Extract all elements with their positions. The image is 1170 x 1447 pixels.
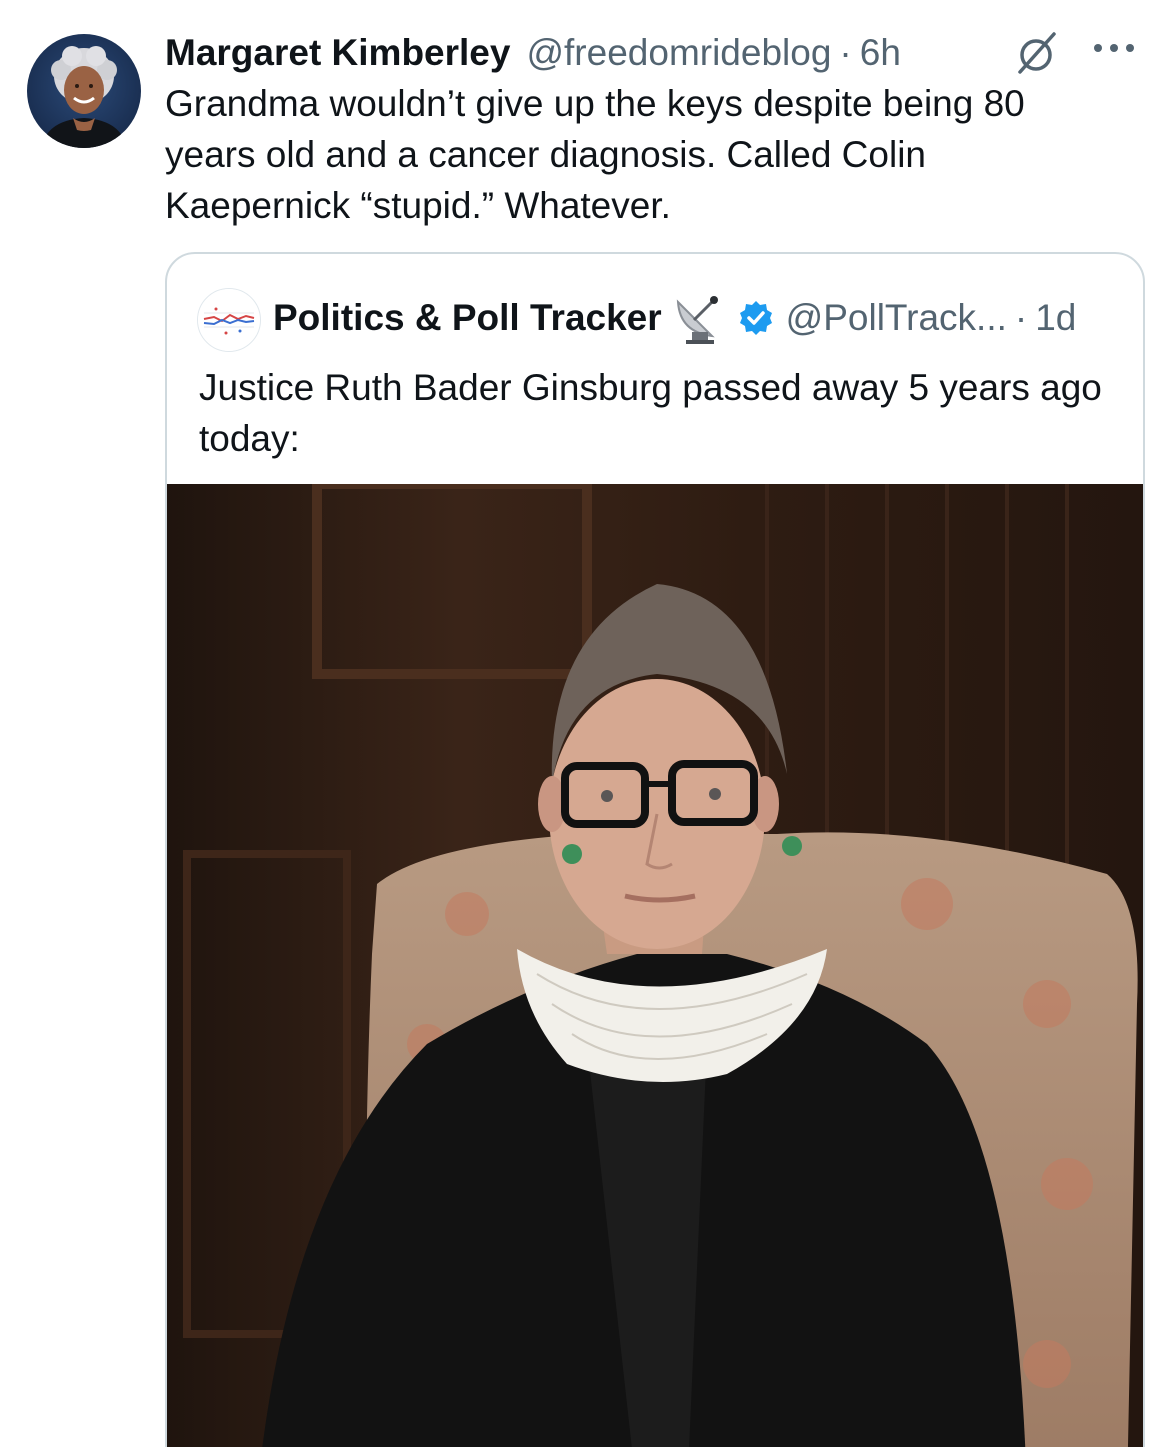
more-options-icon[interactable] [1090, 38, 1140, 58]
quoted-timestamp[interactable]: 1d [1035, 297, 1076, 339]
tweet[interactable]: Margaret Kimberley @freedomrideblog · 6h… [0, 0, 1170, 1447]
separator: · [1014, 297, 1028, 338]
quoted-tweet[interactable]: Politics & Poll Tracker @PollTrack... · … [165, 252, 1145, 1447]
quoted-author-name[interactable]: Politics & Poll Tracker [273, 297, 662, 339]
verified-badge-icon [738, 300, 774, 336]
author-avatar[interactable] [27, 34, 141, 148]
quoted-author-avatar[interactable] [197, 288, 261, 352]
tweet-text: Grandma wouldn’t give up the keys despit… [165, 83, 1025, 226]
satellite-dish-icon [672, 292, 728, 344]
author-name[interactable]: Margaret Kimberley [165, 32, 510, 74]
tweet-header: Margaret Kimberley @freedomrideblog · 6h [165, 26, 901, 80]
quoted-tweet-photo[interactable] [167, 484, 1143, 1447]
timestamp[interactable]: 6h [860, 32, 901, 74]
quoted-tweet-header: Politics & Poll Tracker @PollTrack... · … [273, 292, 1076, 344]
quoted-tweet-text: Justice Ruth Bader Ginsburg passed away … [199, 367, 1102, 459]
separator: · [839, 32, 852, 73]
author-handle[interactable]: @freedomrideblog [526, 32, 831, 74]
grok-icon[interactable] [1012, 28, 1062, 78]
quoted-author-handle[interactable]: @PollTrack... [786, 297, 1007, 339]
